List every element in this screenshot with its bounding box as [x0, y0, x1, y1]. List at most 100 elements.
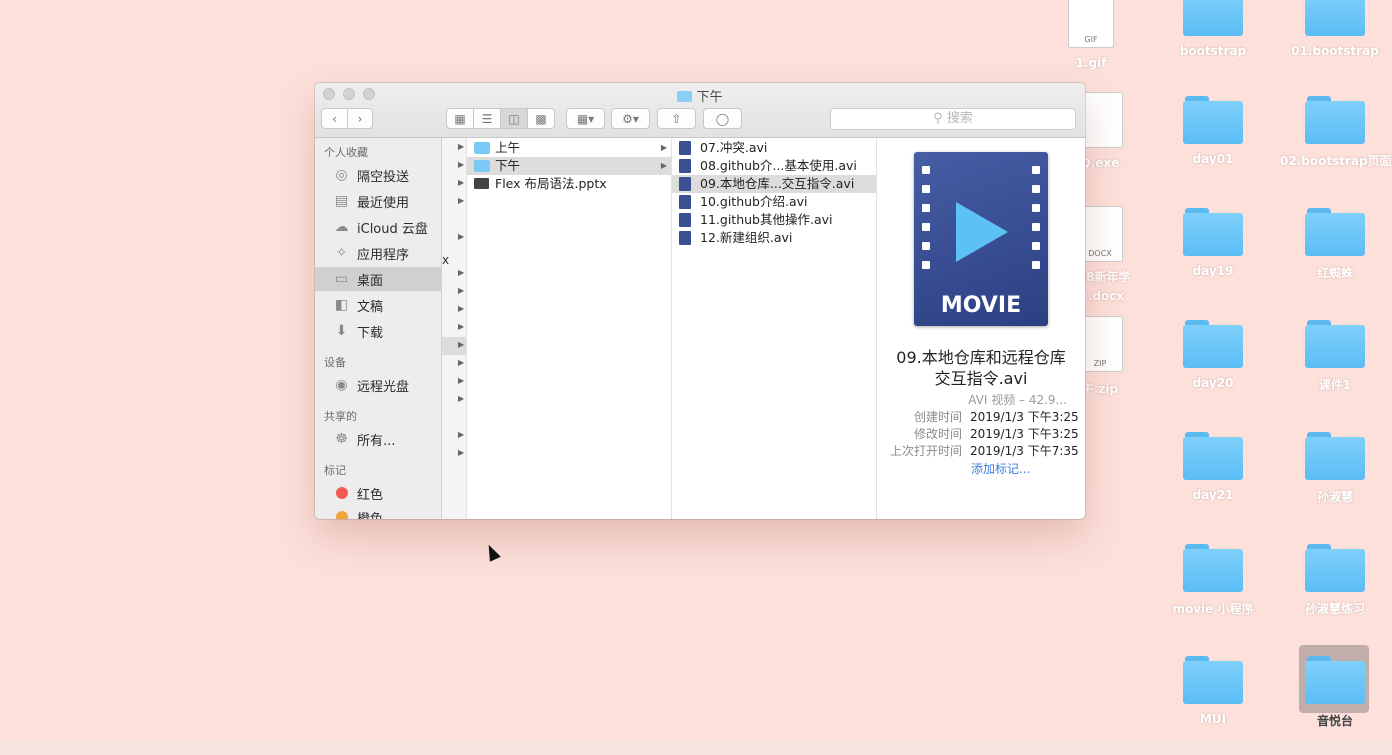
back-button[interactable]: ‹ [321, 108, 347, 129]
list-item[interactable]: Flex 布局语法.pptx [467, 175, 671, 193]
sidebar-item-label: iCloud 云盘 [357, 222, 428, 237]
view-list-button[interactable]: ☰ [473, 108, 500, 129]
folder-icon [1305, 544, 1365, 592]
list-item-selected[interactable]: 下午 ▶ [467, 157, 671, 175]
disclosure-arrow-icon: ▶ [660, 143, 667, 152]
list-item[interactable]: 上午 ▶ [467, 139, 671, 157]
sidebar-item-recents[interactable]: ▤ 最近使用 [315, 189, 441, 213]
video-file-icon [679, 195, 691, 209]
preview-title-line1: 09.本地仓库和远程仓库 [896, 348, 1066, 367]
search-input[interactable]: ⚲ 搜索 [830, 108, 1076, 130]
list-item[interactable]: 12.新建组织.avi [672, 229, 876, 247]
list-item-label: 下午 [495, 158, 521, 173]
list-item[interactable]: 08.github介...基本使用.avi [672, 157, 876, 175]
disclosure-arrow-icon[interactable]: ▶ [458, 322, 464, 331]
disclosure-arrow-icon[interactable]: ▶ [458, 358, 464, 367]
sidebar-item-all-shared[interactable]: ☸ 所有... [315, 427, 441, 451]
group-by-button[interactable]: ▦▾ [566, 108, 605, 129]
sidebar-tag-red[interactable]: 红色 [315, 481, 441, 505]
sidebar-item-label: 红色 [357, 488, 384, 503]
view-columns-button[interactable]: ◫ [500, 108, 527, 129]
view-icons-button[interactable]: ▦ [446, 108, 473, 129]
folder-icon [1305, 432, 1365, 480]
action-button[interactable]: ⚙▾ [611, 108, 650, 129]
sidebar-item-icloud[interactable]: ☁ iCloud 云盘 [315, 215, 441, 239]
desktop-file-gif[interactable]: GIF 1.gif [1036, 0, 1146, 70]
list-item[interactable]: 07.冲突.avi [672, 139, 876, 157]
desktop-folder-day20[interactable]: day20 [1158, 320, 1268, 390]
video-file-icon [679, 159, 691, 173]
sidebar-item-desktop[interactable]: ▭ 桌面 [315, 267, 441, 291]
disclosure-arrow-icon[interactable]: ▶ [458, 448, 464, 457]
titlebar: 下午 ‹ › ▦ ☰ ◫ ▩ ▦▾ ⚙▾ ⇧ ◯ ⚲ 搜索 [315, 83, 1085, 138]
mouse-cursor-icon [483, 542, 501, 562]
desktop-folder-mui[interactable]: MUI [1158, 656, 1268, 726]
disclosure-arrow-icon[interactable]: ▶ [458, 142, 464, 151]
desktop-folder-sunshuhui[interactable]: 孙淑慧 [1280, 432, 1390, 505]
modified-label: 修改时间 [913, 427, 962, 441]
desktop-folder-label: 课件1 [1318, 378, 1352, 392]
disclosure-arrow-icon[interactable]: ▶ [458, 232, 464, 241]
sidebar-item-downloads[interactable]: ⬇ 下载 [315, 319, 441, 343]
video-file-icon [679, 177, 691, 191]
desktop-folder-movie[interactable]: movie 小程序 [1158, 544, 1268, 617]
tag-icon: ◯ [715, 111, 730, 126]
share-button[interactable]: ⇧ [657, 108, 696, 129]
desktop-folder-kejian1[interactable]: 课件1 [1280, 320, 1390, 393]
video-file-icon [679, 213, 691, 227]
keynote-file-icon [474, 178, 489, 189]
desktop-folder-label: 孙淑慧 [1316, 490, 1353, 504]
desktop-folder-label: day20 [1192, 376, 1234, 390]
desktop-folder-sunshuhui-practice[interactable]: 孙淑慧练习 [1280, 544, 1390, 617]
list-icon: ☰ [481, 111, 493, 126]
list-item[interactable]: 11.github其他操作.avi [672, 211, 876, 229]
disclosure-arrow-icon[interactable]: ▶ [458, 268, 464, 277]
folder-icon [1305, 96, 1365, 144]
tag-button[interactable]: ◯ [703, 108, 742, 129]
folder-icon [1183, 432, 1243, 480]
created-label: 创建时间 [913, 410, 962, 424]
gear-icon: ⚙▾ [622, 111, 639, 126]
chevron-right-icon: › [357, 111, 363, 126]
disclosure-arrow-icon[interactable]: ▶ [458, 178, 464, 187]
list-item[interactable]: 10.github介绍.avi [672, 193, 876, 211]
forward-button[interactable]: › [347, 108, 373, 129]
desktop-folder-label: bootstrap [1179, 44, 1247, 58]
sidebar-item-label: 隔空投送 [357, 170, 410, 185]
desktop-folder-day19[interactable]: day19 [1158, 208, 1268, 278]
desktop-folder-label: 孙淑慧练习 [1304, 602, 1365, 616]
disclosure-arrow-icon[interactable]: ▶ [458, 196, 464, 205]
add-tags-link[interactable]: 添加标记... [971, 460, 1030, 477]
disclosure-arrow-icon[interactable]: ▶ [458, 286, 464, 295]
list-item-label: 12.新建组织.avi [700, 230, 793, 245]
folder-icon [1183, 0, 1243, 36]
desktop-folder-02-bootstrap[interactable]: 02.bootstrap页面 [1280, 96, 1392, 169]
desktop-folder-01-bootstrap[interactable]: 01.bootstrap [1280, 0, 1390, 58]
gif-file-icon: GIF [1068, 0, 1114, 48]
desktop-folder-day21[interactable]: day21 [1158, 432, 1268, 502]
view-gallery-button[interactable]: ▩ [527, 108, 555, 129]
folder-icon [1305, 0, 1365, 36]
list-item-selected[interactable]: 09.本地仓库...交互指令.avi [672, 175, 876, 193]
folder-icon [677, 91, 693, 102]
desktop-folder-yinyuetai[interactable]: 音悦台 [1280, 656, 1390, 729]
sidebar-item-remote-disc[interactable]: ◉ 远程光盘 [315, 373, 441, 397]
sidebar-item-applications[interactable]: ✧ 应用程序 [315, 241, 441, 265]
desktop-folder-hongzhizhu[interactable]: 红蜘蛛 [1280, 208, 1390, 281]
folder-icon [1183, 96, 1243, 144]
disclosure-arrow-icon[interactable]: ▶ [458, 394, 464, 403]
sidebar-item-documents[interactable]: ◧ 文稿 [315, 293, 441, 317]
disclosure-arrow-icon[interactable]: ▶ [458, 304, 464, 313]
disclosure-arrow-icon[interactable]: ▶ [458, 340, 464, 349]
sidebar-item-airdrop[interactable]: ◎ 隔空投送 [315, 163, 441, 187]
disclosure-arrow-icon[interactable]: ▶ [458, 160, 464, 169]
folder-icon [1183, 544, 1243, 592]
disclosure-arrow-icon[interactable]: ▶ [458, 376, 464, 385]
desktop-folder-bootstrap[interactable]: bootstrap [1158, 0, 1268, 58]
desktop-folder-day01[interactable]: day01 [1158, 96, 1268, 166]
folder-icon [474, 160, 490, 172]
sidebar-tag-orange[interactable]: 橙色 [315, 505, 441, 519]
disclosure-arrow-icon[interactable]: ▶ [458, 430, 464, 439]
finder-window: 下午 ‹ › ▦ ☰ ◫ ▩ ▦▾ ⚙▾ ⇧ ◯ ⚲ 搜索 个人收藏 ◎ 隔空投… [315, 83, 1085, 519]
folder-icon [1305, 208, 1365, 256]
